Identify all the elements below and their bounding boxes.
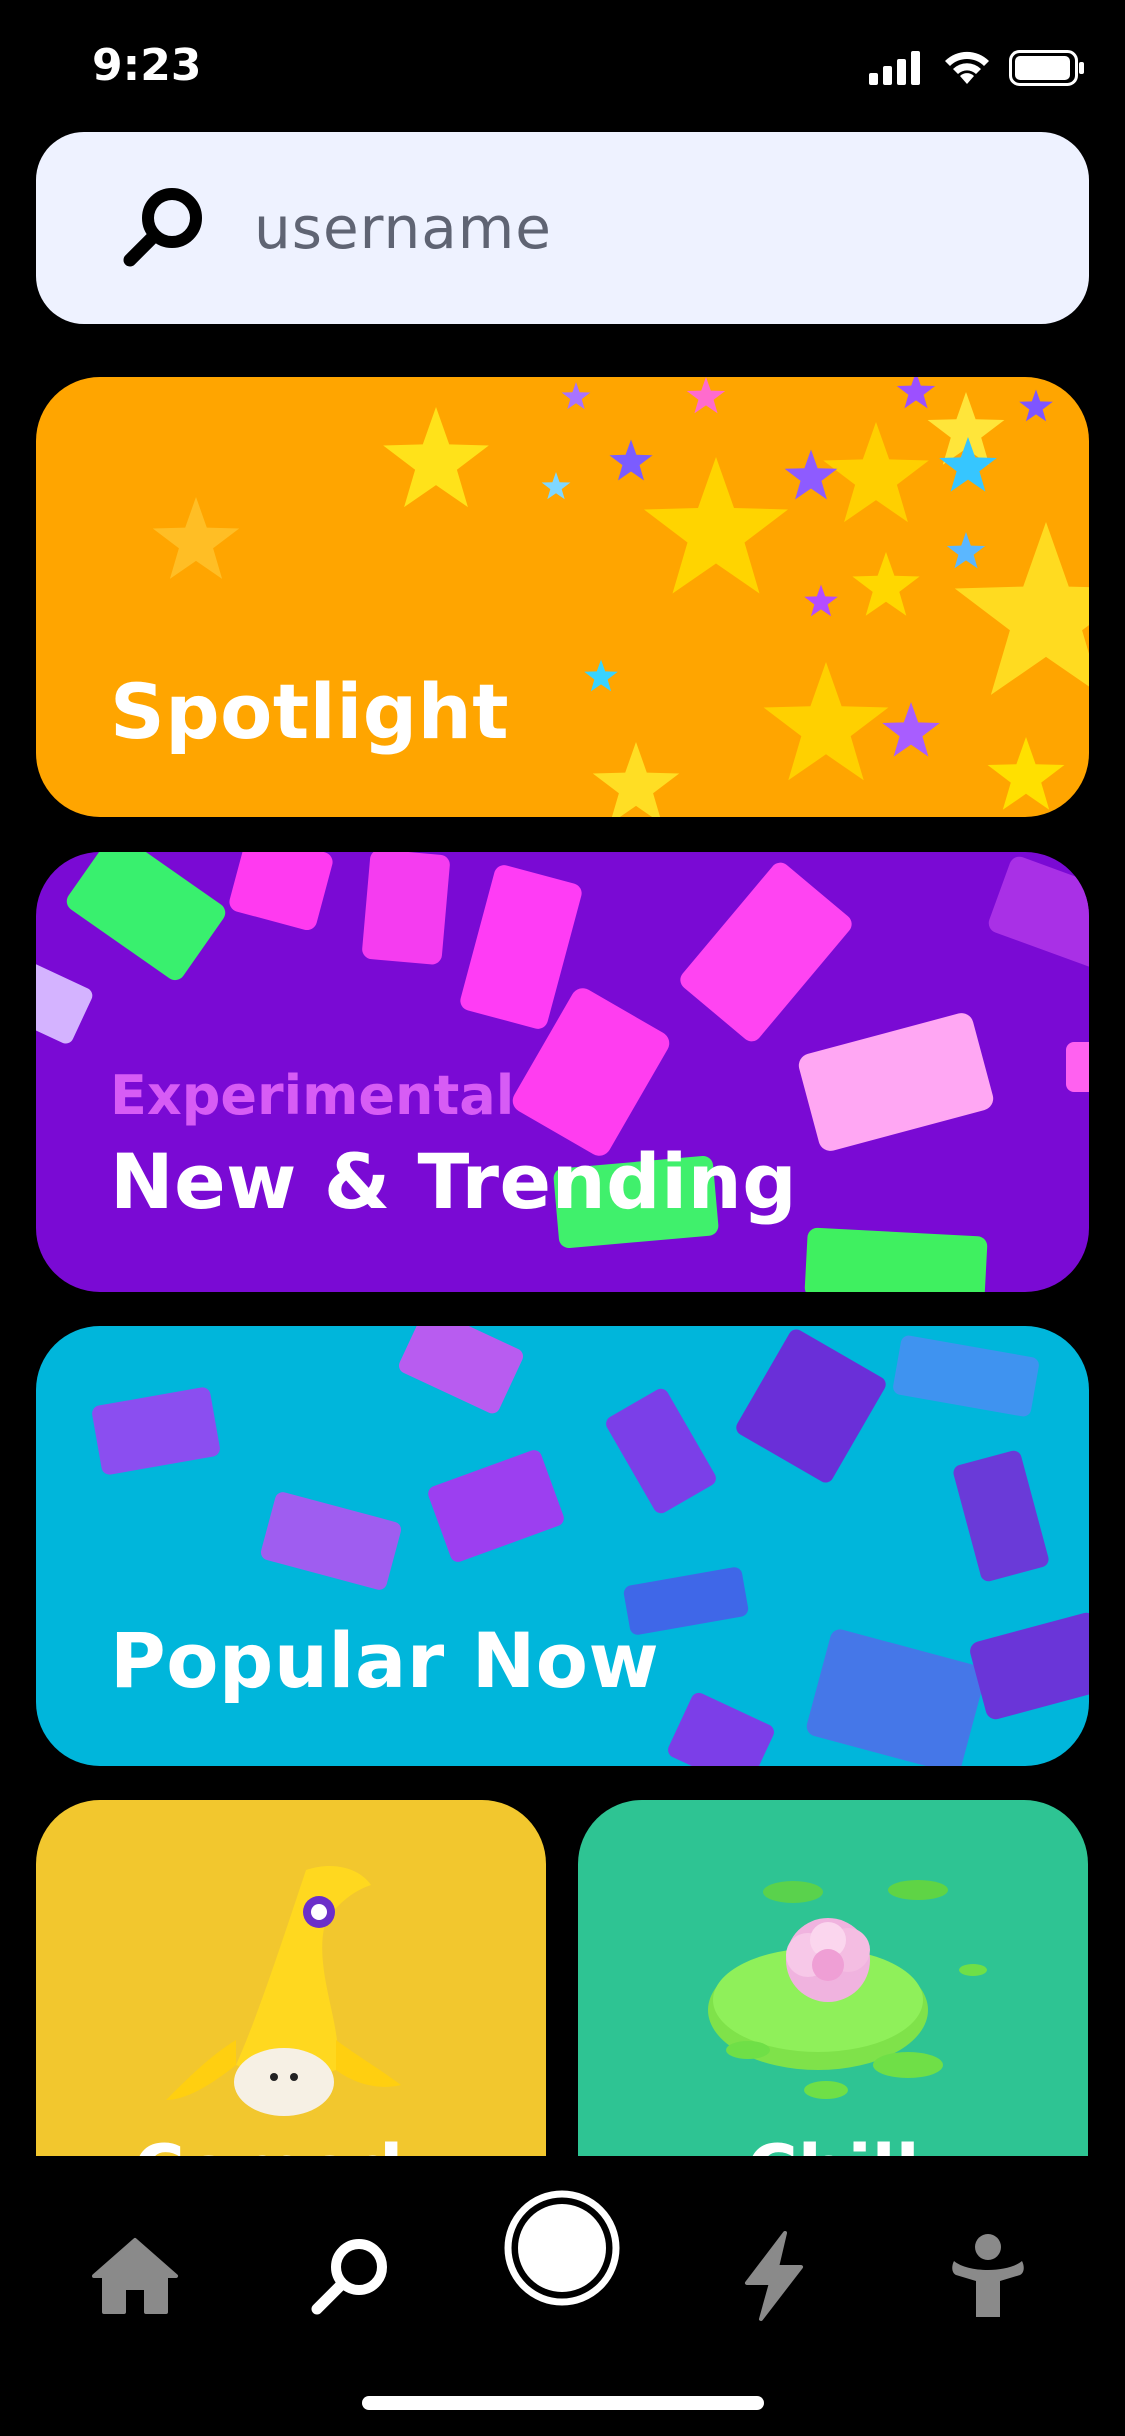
bottom-nav — [0, 2156, 1125, 2436]
home-indicator[interactable] — [362, 2396, 764, 2410]
chill-card[interactable]: Chill — [578, 1800, 1088, 2160]
new-trending-card[interactable]: Experimental New & Trending — [36, 852, 1089, 1292]
spotlight-card[interactable]: Spotlight — [36, 377, 1089, 817]
lightning-icon — [745, 2231, 803, 2321]
comedy-card[interactable]: Comedy — [36, 1800, 546, 2160]
experimental-label: Experimental — [110, 1064, 515, 1127]
nav-search[interactable] — [290, 2216, 410, 2336]
new-trending-label: New & Trending — [110, 1137, 798, 1226]
search-input[interactable] — [252, 193, 1036, 263]
wifi-icon — [945, 51, 989, 84]
search-bar[interactable] — [36, 132, 1089, 324]
banana-character-artwork — [166, 1865, 401, 2116]
nav-camera[interactable] — [502, 2188, 622, 2308]
popular-now-card[interactable]: Popular Now — [36, 1326, 1089, 1766]
search-icon — [123, 188, 202, 267]
app-screen: 9:23 username Spotlight Experimental New… — [0, 0, 1125, 2436]
signal-icon — [869, 51, 920, 85]
search-icon — [311, 2239, 387, 2315]
lotus-artwork — [708, 1880, 987, 2099]
popular-now-label: Popular Now — [110, 1616, 660, 1705]
person-icon — [952, 2234, 1024, 2317]
camera-icon — [504, 2190, 620, 2306]
home-icon — [92, 2238, 178, 2314]
status-icons — [869, 50, 1085, 86]
battery-icon — [1009, 50, 1084, 86]
spotlight-label: Spotlight — [110, 667, 510, 756]
status-time: 9:23 — [92, 40, 202, 91]
status-bar: 9:23 — [0, 0, 1125, 130]
nav-activity[interactable] — [714, 2216, 834, 2336]
nav-profile[interactable] — [928, 2216, 1048, 2336]
nav-home[interactable] — [75, 2216, 195, 2336]
